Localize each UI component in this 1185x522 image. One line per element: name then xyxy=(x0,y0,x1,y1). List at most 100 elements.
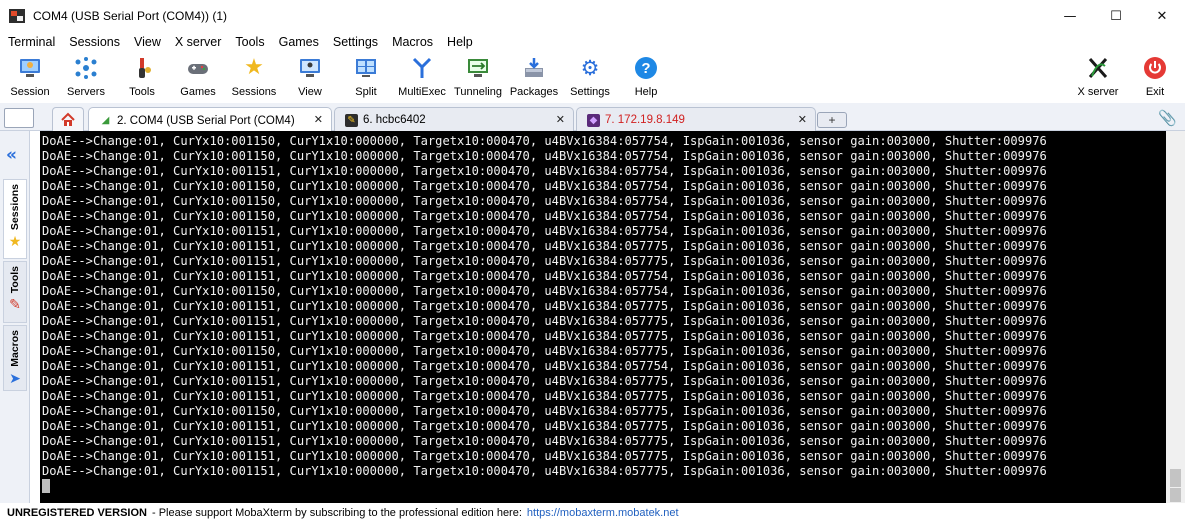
window-controls: — ☐ ✕ xyxy=(1047,0,1185,32)
gear-icon: ⚙ xyxy=(580,55,600,80)
terminal-line: DoAE-->Change:01, CurYx10:001150, CurY1x… xyxy=(42,194,1047,208)
tunneling-icon xyxy=(466,56,490,80)
mobatek-link[interactable]: https://mobaxterm.mobatek.net xyxy=(527,507,679,519)
terminal-cursor xyxy=(42,479,50,493)
split-button[interactable]: Split xyxy=(338,54,394,100)
tab-label: 6. hcbc6402 xyxy=(363,114,426,126)
session-button[interactable]: Session xyxy=(2,54,58,100)
collapse-sidebar-icon[interactable]: « xyxy=(6,145,17,165)
packages-icon xyxy=(522,56,546,80)
window-title: COM4 (USB Serial Port (COM4)) (1) xyxy=(33,9,228,23)
terminal-line: DoAE-->Change:01, CurYx10:001150, CurY1x… xyxy=(42,404,1047,418)
terminal-lines: DoAE-->Change:01, CurYx10:001150, CurY1x… xyxy=(42,134,1047,479)
tools-button[interactable]: Tools xyxy=(114,54,170,100)
side-tab-macros[interactable]: Macros ➤ xyxy=(3,325,27,391)
terminal-line: DoAE-->Change:01, CurYx10:001151, CurY1x… xyxy=(42,329,1047,343)
scrollbar-thumb[interactable] xyxy=(1170,469,1181,487)
terminal-icon: ✎ xyxy=(345,113,358,127)
terminal-line: DoAE-->Change:01, CurYx10:001150, CurY1x… xyxy=(42,134,1047,148)
terminal-line: DoAE-->Change:01, CurYx10:001150, CurY1x… xyxy=(42,209,1047,223)
terminal-line: DoAE-->Change:01, CurYx10:001151, CurY1x… xyxy=(42,449,1047,463)
xserver-button[interactable]: X server xyxy=(1070,54,1126,100)
toolbar: Session Servers Tools Games ★ Sessions V… xyxy=(0,52,1185,102)
menu-xserver[interactable]: X server xyxy=(168,35,229,49)
settings-button[interactable]: ⚙ Settings xyxy=(562,54,618,100)
terminal-output[interactable]: DoAE-->Change:01, CurYx10:001150, CurY1x… xyxy=(40,131,1166,503)
serial-plug-icon: ◢ xyxy=(101,115,110,126)
sessions-button[interactable]: ★ Sessions xyxy=(226,54,282,100)
minimize-button[interactable]: — xyxy=(1047,0,1093,32)
terminal-line: DoAE-->Change:01, CurYx10:001150, CurY1x… xyxy=(42,179,1047,193)
menu-help[interactable]: Help xyxy=(440,35,480,49)
help-icon: ? xyxy=(634,56,658,80)
terminal-line: DoAE-->Change:01, CurYx10:001151, CurY1x… xyxy=(42,374,1047,388)
split-icon xyxy=(354,56,378,80)
plus-icon: + xyxy=(828,113,836,127)
xserver-icon xyxy=(1086,56,1110,80)
mobaxterm-app-icon xyxy=(9,8,25,24)
terminal-line: DoAE-->Change:01, CurYx10:001151, CurY1x… xyxy=(42,224,1047,238)
servers-icon xyxy=(74,56,98,80)
multiexec-button[interactable]: MultiExec xyxy=(394,54,450,100)
menu-tools[interactable]: Tools xyxy=(228,35,271,49)
tab-ssh-172-19-8-149[interactable]: ◆ 7. 172.19.8.149 ✕ xyxy=(576,107,816,132)
close-window-button[interactable]: ✕ xyxy=(1139,0,1185,32)
terminal-line: DoAE-->Change:01, CurYx10:001151, CurY1x… xyxy=(42,419,1047,433)
paper-plane-icon: ➤ xyxy=(9,370,21,387)
quick-connect-input[interactable] xyxy=(4,108,34,128)
terminal-line: DoAE-->Change:01, CurYx10:001151, CurY1x… xyxy=(42,359,1047,373)
menu-macros[interactable]: Macros xyxy=(385,35,440,49)
home-tab[interactable] xyxy=(52,107,84,131)
scrollbar-thumb-lower[interactable] xyxy=(1170,488,1181,502)
unregistered-label: UNREGISTERED VERSION xyxy=(7,506,147,519)
view-icon xyxy=(298,56,322,80)
terminal-line: DoAE-->Change:01, CurYx10:001150, CurY1x… xyxy=(42,149,1047,163)
exit-button[interactable]: Exit xyxy=(1127,54,1183,100)
close-tab-button[interactable]: ✕ xyxy=(314,113,323,126)
menu-view[interactable]: View xyxy=(127,35,168,49)
menu-games[interactable]: Games xyxy=(272,35,326,49)
tools-icon xyxy=(130,56,154,80)
maximize-button[interactable]: ☐ xyxy=(1093,0,1139,32)
side-tab-sessions[interactable]: Sessions ★ xyxy=(3,179,27,259)
menu-settings[interactable]: Settings xyxy=(326,35,385,49)
title-bar: COM4 (USB Serial Port (COM4)) (1) — ☐ ✕ xyxy=(0,0,1185,32)
close-tab-button[interactable]: ✕ xyxy=(798,113,807,126)
menu-terminal[interactable]: Terminal xyxy=(1,35,62,49)
side-tab-tools[interactable]: Tools ✎ xyxy=(3,261,27,323)
status-bar: UNREGISTERED VERSION - Please support Mo… xyxy=(0,503,1185,522)
tab-hcbc6402[interactable]: ✎ 6. hcbc6402 ✕ xyxy=(334,107,574,132)
terminal-line: DoAE-->Change:01, CurYx10:001151, CurY1x… xyxy=(42,269,1047,283)
terminal-line: DoAE-->Change:01, CurYx10:001150, CurY1x… xyxy=(42,344,1047,358)
star-icon: ★ xyxy=(244,55,264,80)
home-icon xyxy=(61,112,75,126)
menu-sessions[interactable]: Sessions xyxy=(62,35,127,49)
terminal-line: DoAE-->Change:01, CurYx10:001151, CurY1x… xyxy=(42,464,1047,478)
games-button[interactable]: Games xyxy=(170,54,226,100)
terminal-line: DoAE-->Change:01, CurYx10:001151, CurY1x… xyxy=(42,389,1047,403)
paperclip-icon[interactable]: 📎 xyxy=(1158,109,1177,127)
help-button[interactable]: ? Help xyxy=(618,54,674,100)
new-tab-button[interactable]: + xyxy=(817,112,847,128)
svg-text:?: ? xyxy=(641,60,650,77)
power-icon xyxy=(1143,56,1167,80)
terminal-line: DoAE-->Change:01, CurYx10:001151, CurY1x… xyxy=(42,299,1047,313)
ssh-icon: ◆ xyxy=(587,113,600,127)
monitor-icon xyxy=(18,56,42,80)
side-panel: « Sessions ★ Tools ✎ Macros ➤ xyxy=(0,131,30,503)
packages-button[interactable]: Packages xyxy=(506,54,562,100)
tab-com4[interactable]: ◢ 2. COM4 (USB Serial Port (COM4) ✕ xyxy=(88,107,332,133)
terminal-line: DoAE-->Change:01, CurYx10:001150, CurY1x… xyxy=(42,284,1047,298)
tab-bar: ◢ 2. COM4 (USB Serial Port (COM4) ✕ ✎ 6.… xyxy=(0,103,1185,133)
view-button[interactable]: View xyxy=(282,54,338,100)
servers-button[interactable]: Servers xyxy=(58,54,114,100)
terminal-scrollbar[interactable] xyxy=(1166,131,1185,503)
star-icon: ★ xyxy=(8,234,22,251)
close-tab-button[interactable]: ✕ xyxy=(556,113,565,126)
tab-label: 7. 172.19.8.149 xyxy=(605,114,685,126)
menu-bar: Terminal Sessions View X server Tools Ga… xyxy=(0,32,1185,52)
terminal-line: DoAE-->Change:01, CurYx10:001151, CurY1x… xyxy=(42,239,1047,253)
multiexec-icon xyxy=(410,56,434,80)
tunneling-button[interactable]: Tunneling xyxy=(450,54,506,100)
terminal-line: DoAE-->Change:01, CurYx10:001151, CurY1x… xyxy=(42,164,1047,178)
